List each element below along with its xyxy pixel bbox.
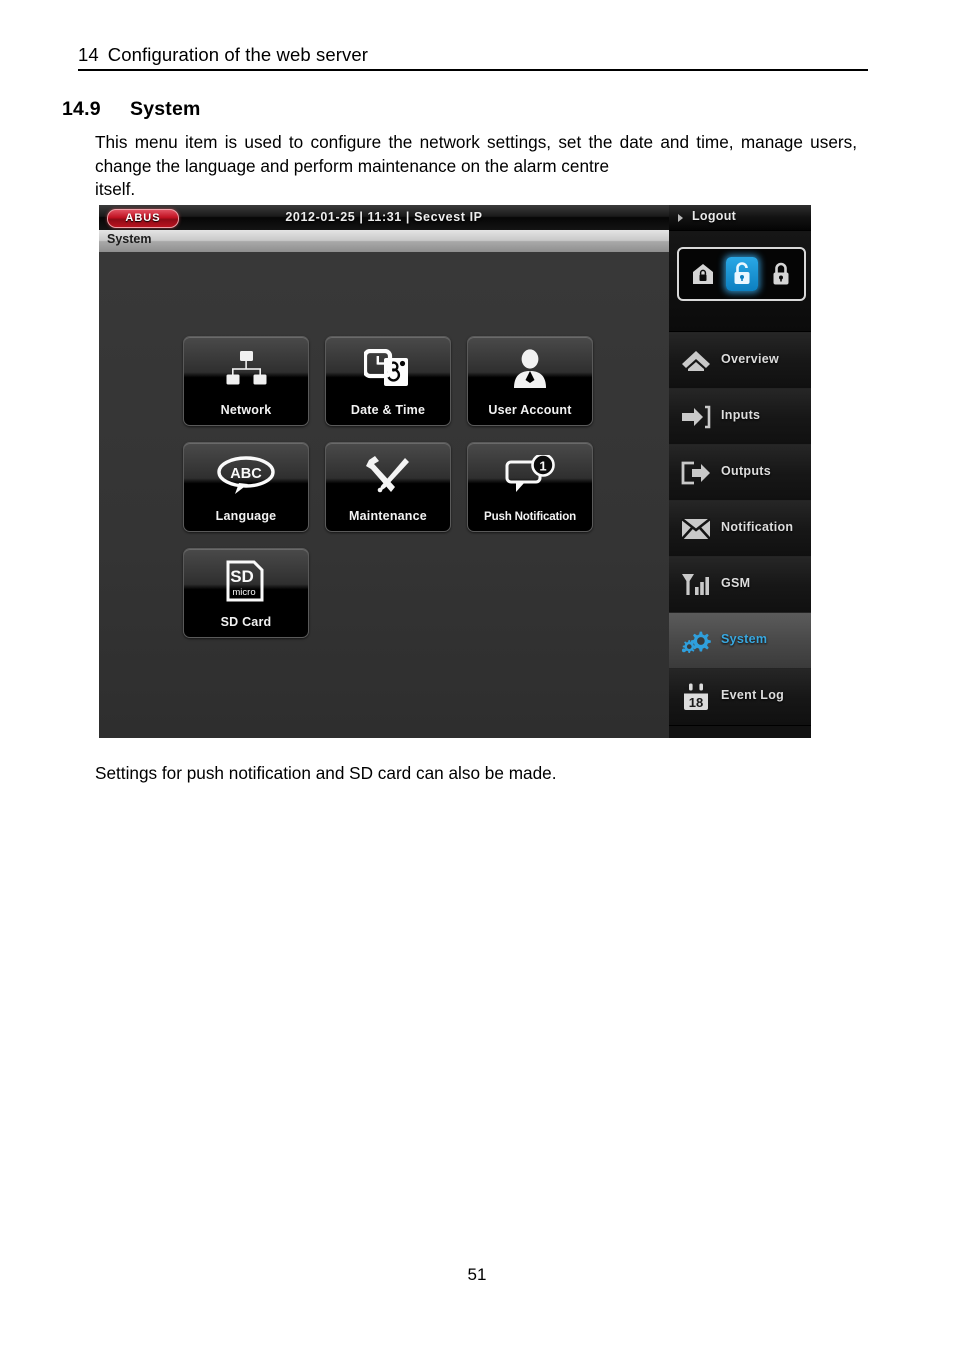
sidebar-item-overview[interactable]: Overview	[669, 332, 811, 390]
network-tree-icon	[184, 345, 308, 393]
tile-row: Network Date & Time User Account	[183, 336, 603, 426]
body-paragraph: This menu item is used to configure the …	[95, 131, 857, 202]
calendar-day-number: 18	[689, 695, 703, 710]
body-paragraph-text: This menu item is used to configure the …	[95, 132, 857, 176]
main-content-area: Network Date & Time User Account ABC Lan…	[99, 252, 669, 738]
page-number: 51	[467, 1265, 487, 1284]
sidebar-item-label: Inputs	[721, 408, 761, 422]
sidebar-item-label: Notification	[721, 520, 794, 534]
part-set-button[interactable]	[687, 257, 719, 291]
tile-date-time[interactable]: Date & Time	[325, 336, 451, 426]
sidebar-item-label: System	[721, 632, 768, 646]
arrow-out-icon	[681, 459, 711, 487]
person-icon	[468, 345, 592, 393]
device-screenshot: 2012-01-25 | 11:31 | Secvest IP ABUS Sys…	[99, 205, 811, 738]
logout-label: Logout	[692, 209, 737, 223]
tile-label: Push Notification	[484, 510, 576, 523]
home-lock-icon	[692, 264, 713, 284]
breadcrumb-bar: System	[99, 230, 669, 253]
section-number: 14.9	[62, 98, 101, 120]
tile-label: User Account	[488, 403, 572, 417]
home-icon	[681, 347, 711, 375]
tile-label: Date & Time	[350, 403, 426, 417]
clock-calendar-icon	[326, 345, 450, 393]
chat-bubble-icon: 1	[468, 451, 592, 499]
tile-label: Language	[215, 509, 277, 523]
sidebar-item-outputs[interactable]: Outputs	[669, 444, 811, 502]
section-heading: 14.9 System	[62, 98, 201, 121]
topbar-status-text: 2012-01-25 | 11:31 | Secvest IP	[285, 210, 483, 224]
tile-sd-card[interactable]: SD micro SD Card	[183, 548, 309, 638]
sidebar-item-gsm[interactable]: GSM	[669, 556, 811, 614]
svg-text:ABC: ABC	[230, 466, 262, 482]
sidebar-item-notification[interactable]: Notification	[669, 500, 811, 558]
chevron-right-icon	[678, 214, 683, 222]
wrench-screwdriver-icon	[326, 451, 450, 499]
gears-icon	[681, 627, 711, 655]
calendar-icon: 18	[681, 683, 711, 711]
set-button[interactable]	[765, 257, 797, 291]
svg-text:SD: SD	[230, 567, 254, 586]
sidebar-item-system[interactable]: System	[669, 612, 811, 670]
tile-label: Maintenance	[349, 509, 427, 523]
running-head-title: Configuration of the web server	[107, 44, 368, 65]
svg-text:micro: micro	[232, 587, 255, 598]
tile-language[interactable]: ABC Language	[183, 442, 309, 532]
abus-logo: ABUS	[107, 209, 179, 228]
sidebar-item-label: GSM	[721, 576, 751, 590]
arm-state-panel	[669, 231, 811, 332]
tile-maintenance[interactable]: Maintenance	[325, 442, 451, 532]
arrow-in-icon	[681, 403, 711, 431]
breadcrumb-label: System	[107, 232, 152, 246]
open-padlock-icon	[734, 262, 749, 284]
signal-bars-icon	[681, 571, 711, 599]
tile-network[interactable]: Network	[183, 336, 309, 426]
sidebar-item-inputs[interactable]: Inputs	[669, 388, 811, 446]
tile-label: SD Card	[220, 615, 272, 629]
tile-push-notification[interactable]: 1 Push Notification	[467, 442, 593, 532]
header-rule	[78, 69, 868, 71]
push-badge-count: 1	[539, 459, 546, 474]
sidebar-item-label: Overview	[721, 352, 779, 366]
device-sidebar: Logout Overview Inputs Outputs Notificat…	[669, 205, 811, 738]
tile-grid: Network Date & Time User Account ABC Lan…	[183, 336, 603, 654]
document-page: 14 Configuration of the web server 14.9 Sy…	[0, 0, 954, 1355]
device-topbar: 2012-01-25 | 11:31 | Secvest IP ABUS	[99, 205, 669, 231]
envelope-icon	[681, 515, 711, 543]
tile-row: ABC Language Maintenance 1 Push Notifica…	[183, 442, 603, 532]
arm-state-group	[677, 247, 806, 301]
sidebar-item-label: Outputs	[721, 464, 772, 478]
tile-row: SD micro SD Card	[183, 548, 603, 638]
running-head: 14 Configuration of the web server	[78, 44, 868, 66]
abc-speech-bubble-icon: ABC	[184, 451, 308, 499]
sidebar-item-label: Event Log	[721, 688, 785, 702]
closed-padlock-icon	[773, 262, 788, 285]
logout-button[interactable]: Logout	[669, 205, 811, 231]
section-title: System	[130, 98, 201, 120]
tile-label: Network	[220, 403, 272, 417]
body-paragraph-last-line: itself.	[95, 179, 136, 199]
caption-paragraph: Settings for push notification and SD ca…	[95, 763, 557, 783]
running-head-number: 14	[78, 44, 99, 65]
tile-user-account[interactable]: User Account	[467, 336, 593, 426]
sd-card-icon: SD micro	[184, 557, 308, 605]
sidebar-item-event-log[interactable]: 18 Event Log	[669, 668, 811, 726]
unset-button[interactable]	[725, 257, 758, 291]
